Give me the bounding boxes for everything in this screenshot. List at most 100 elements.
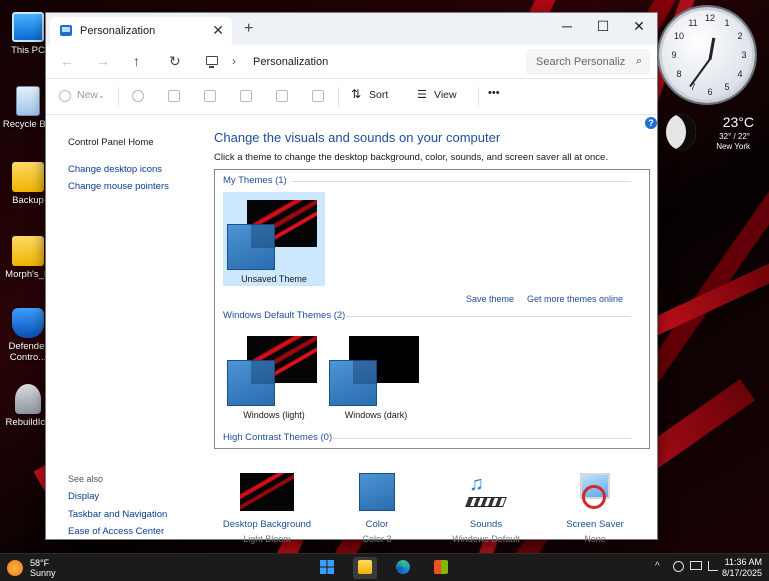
edge-taskbar-button[interactable] (391, 557, 415, 579)
default-themes-group-label: Windows Default Themes (2) (223, 310, 346, 321)
back-button[interactable]: ← (60, 53, 74, 69)
group-divider (291, 181, 631, 182)
refresh-button[interactable]: ↻ (169, 53, 181, 70)
main-pane: ? Change the visuals and sounds on your … (214, 115, 659, 544)
title-bar: Personalization ✕ + ─ ☐ ✕ (46, 13, 657, 45)
themes-list[interactable]: My Themes (1) Unsaved Theme Save theme G… (214, 169, 650, 449)
no-entry-icon (582, 485, 606, 509)
theme-color-preview (227, 224, 275, 270)
start-button[interactable] (315, 557, 339, 579)
more-options-button[interactable]: ••• (488, 87, 500, 99)
theme-name: Windows (light) (243, 410, 305, 420)
setting-label: Screen Saver (566, 519, 624, 530)
view-button[interactable]: View (434, 89, 457, 101)
new-tab-button[interactable]: + (244, 20, 253, 38)
clock-number: 2 (737, 31, 743, 41)
taskbar-date[interactable]: 8/17/2025 (722, 568, 762, 578)
change-desktop-icons-link[interactable]: Change desktop icons (68, 164, 162, 175)
get-more-themes-link[interactable]: Get more themes online (527, 294, 623, 304)
share-icon[interactable] (276, 90, 288, 102)
search-input[interactable]: Search Personaliz (536, 56, 628, 68)
color-setting[interactable]: Color Color 3 (327, 473, 427, 544)
search-box[interactable]: Search Personaliz ⌕ (526, 49, 650, 75)
rename-icon[interactable] (240, 90, 252, 102)
minimize-button[interactable]: ─ (549, 13, 585, 39)
toolbar-divider (118, 87, 119, 107)
recycle-bin-icon (16, 86, 40, 116)
page-title: Change the visuals and sounds on your co… (214, 130, 501, 145)
maximize-button[interactable]: ☐ (585, 13, 621, 39)
store-taskbar-button[interactable] (429, 557, 453, 579)
group-divider (331, 438, 631, 439)
edge-icon (396, 560, 410, 574)
sounds-setting[interactable]: ♫ Sounds Windows Default (436, 473, 536, 544)
setting-value: Color 3 (362, 534, 392, 544)
clock-widget[interactable]: 12 1 2 3 4 5 6 7 8 9 10 11 (659, 7, 755, 103)
folder-icon (358, 560, 372, 574)
save-theme-link[interactable]: Save theme (466, 294, 514, 304)
clock-number: 4 (737, 69, 743, 79)
new-button[interactable]: New (77, 89, 98, 101)
toolbar-divider (338, 87, 339, 107)
command-bar: New ⌄ ⇅ Sort ☰ View ••• (46, 79, 657, 115)
page-description: Click a theme to change the desktop back… (214, 152, 608, 163)
up-button[interactable]: ↑ (133, 53, 140, 69)
taskbar-temperature[interactable]: 58°F (30, 558, 49, 568)
clock-number: 5 (724, 82, 730, 92)
address-bar[interactable]: › Personalization (196, 49, 516, 75)
network-icon[interactable] (690, 561, 702, 570)
sort-icon: ⇅ (351, 87, 362, 101)
tab-close-icon[interactable]: ✕ (212, 22, 224, 39)
sounds-icon: ♫ (459, 473, 513, 511)
theme-windows-dark[interactable]: Windows (dark) (325, 328, 427, 422)
chevron-right-icon[interactable]: › (232, 54, 236, 68)
cut-icon[interactable] (132, 90, 144, 102)
theme-color-preview (329, 360, 377, 406)
moon-icon (666, 114, 696, 150)
monitor-icon (206, 56, 218, 68)
sun-icon[interactable] (7, 560, 23, 576)
folder-icon (12, 162, 44, 192)
clock-number: 11 (688, 18, 698, 28)
ease-of-access-link[interactable]: Ease of Access Center (68, 526, 164, 537)
clock-number: 1 (724, 18, 730, 28)
show-hidden-icons-button[interactable]: ^ (655, 561, 660, 572)
new-icon (59, 90, 71, 102)
screen-saver-setting[interactable]: Screen Saver None (545, 473, 645, 544)
file-explorer-taskbar-button[interactable] (353, 557, 377, 579)
theme-name: Unsaved Theme (241, 274, 307, 284)
theme-thumbnail (327, 336, 425, 406)
clock-number: 9 (671, 50, 677, 60)
search-icon[interactable]: ⌕ (636, 55, 642, 68)
theme-thumbnail (225, 336, 323, 406)
close-button[interactable]: ✕ (621, 13, 657, 39)
display-link[interactable]: Display (68, 491, 99, 502)
focus-icon[interactable] (673, 561, 684, 572)
weather-widget[interactable]: 23°C 32° / 22° New York (662, 110, 762, 158)
setting-label: Desktop Background (222, 519, 312, 530)
control-panel-home-link[interactable]: Control Panel Home (68, 137, 154, 148)
taskbar-time[interactable]: 11:36 AM (725, 557, 762, 567)
clock-number: 6 (707, 87, 713, 97)
folder-icon (12, 236, 44, 266)
taskbar-navigation-link[interactable]: Taskbar and Navigation (68, 509, 167, 520)
desktop-background-setting[interactable]: Desktop Background Light Bloom (217, 473, 317, 544)
sort-button[interactable]: Sort (369, 89, 388, 101)
forward-button[interactable]: → (96, 53, 110, 69)
breadcrumb[interactable]: Personalization (253, 56, 328, 68)
setting-value: Windows Default (452, 534, 520, 544)
screen-saver-icon (568, 473, 622, 511)
taskbar-condition[interactable]: Sunny (30, 568, 56, 578)
change-mouse-pointers-link[interactable]: Change mouse pointers (68, 181, 169, 192)
theme-windows-light[interactable]: Windows (light) (223, 328, 325, 422)
paste-icon[interactable] (204, 90, 216, 102)
copy-icon[interactable] (168, 90, 180, 102)
theme-unsaved[interactable]: Unsaved Theme (223, 192, 325, 286)
taskbar: 58°F Sunny ^ 11:36 AM 8/17/2025 (0, 553, 769, 581)
clock-number: 8 (676, 69, 682, 79)
help-icon[interactable]: ? (645, 117, 657, 129)
desktop-background-icon (240, 473, 294, 511)
volume-muted-icon[interactable] (708, 561, 718, 571)
tab-personalization[interactable]: Personalization ✕ (50, 17, 232, 45)
delete-icon[interactable] (312, 90, 324, 102)
